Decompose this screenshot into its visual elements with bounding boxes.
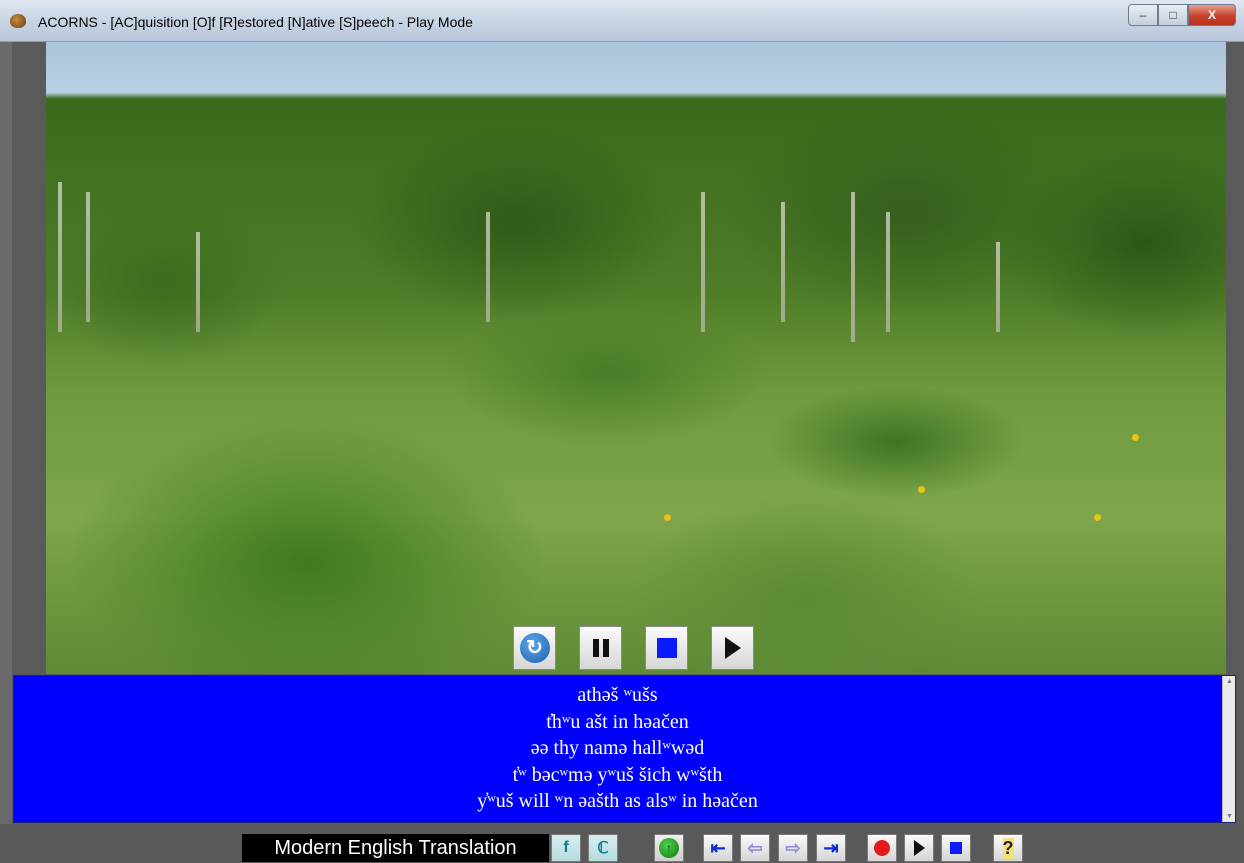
scroll-down-arrow-icon[interactable]: ▼	[1226, 813, 1233, 820]
yellow-flower	[918, 486, 925, 493]
record-icon	[874, 840, 890, 856]
right-arrow-icon: ⇨	[785, 837, 801, 858]
yellow-flower	[664, 514, 671, 521]
font-small-icon: ℂ	[597, 840, 609, 857]
window-left-frame	[0, 42, 12, 863]
help-icon: ?	[1002, 837, 1014, 859]
window-controls: – □ X	[1128, 4, 1236, 26]
next-button[interactable]: ⇨	[778, 834, 808, 862]
first-arrow-icon: ⇤	[710, 837, 726, 858]
lesson-text: athəš ʷušs t̓hʷu ašt in həačen əə thy na…	[14, 682, 1221, 815]
yellow-flower	[1132, 434, 1139, 441]
tree-trunk	[996, 242, 1000, 332]
bottom-toolbar: Modern English Translation f ℂ ↑ ⇤ ⇦ ⇨ ⇥…	[0, 824, 1244, 863]
text-scrollbar[interactable]: ▲ ▼	[1222, 676, 1235, 822]
stop-icon	[950, 842, 962, 854]
text-line: əə thy namə hallʷwəd	[530, 737, 705, 759]
play-icon	[724, 637, 741, 659]
text-line: t̓hʷu ašt in həačen	[546, 710, 689, 733]
tree-trunk	[58, 182, 62, 332]
refresh-icon: ↻	[519, 633, 550, 663]
lesson-picture	[46, 42, 1226, 674]
previous-button[interactable]: ⇦	[740, 834, 770, 862]
acorn-app-icon	[10, 14, 26, 28]
scroll-up-arrow-icon[interactable]: ▲	[1226, 678, 1233, 685]
tree-trunk	[701, 192, 705, 332]
pause-icon	[592, 639, 609, 657]
text-line: y̓ʷuš will ʷn əašth as alsʷ in həačen	[477, 790, 758, 812]
stop-button[interactable]	[645, 626, 688, 670]
stop-icon	[656, 638, 677, 658]
left-arrow-icon: ⇦	[747, 837, 763, 858]
info-button[interactable]: ↑	[654, 834, 684, 862]
tree-trunk	[486, 212, 490, 322]
play-recording-button[interactable]	[904, 834, 934, 862]
tree-trunk	[851, 192, 855, 342]
replay-button[interactable]: ↻	[513, 626, 556, 670]
tree-trunk	[196, 232, 200, 332]
help-button[interactable]: ?	[993, 834, 1023, 862]
minimize-button[interactable]: –	[1128, 4, 1158, 26]
font-button[interactable]: f	[551, 834, 581, 862]
first-button[interactable]: ⇤	[703, 834, 733, 862]
yellow-flower	[1094, 514, 1101, 521]
text-line: athəš ʷušs	[577, 684, 658, 706]
tree-trunk	[886, 212, 890, 332]
text-line: t̓ʷ bəcʷmə yʷuš šich wʷšth	[512, 763, 723, 786]
play-button[interactable]	[711, 626, 754, 670]
title-bar: ACORNS - [AC]quisition [O]f [R]estored […	[0, 0, 1244, 42]
tree-trunk	[781, 202, 785, 322]
window-title: ACORNS - [AC]quisition [O]f [R]estored […	[38, 14, 473, 30]
tree-trunk	[86, 192, 90, 322]
font-alt-button[interactable]: ℂ	[588, 834, 618, 862]
maximize-button[interactable]: □	[1158, 4, 1188, 26]
stop-recording-button[interactable]	[941, 834, 971, 862]
font-icon: f	[563, 839, 569, 856]
play-icon	[913, 840, 925, 856]
pause-button[interactable]	[579, 626, 622, 670]
close-button[interactable]: X	[1188, 4, 1236, 26]
lesson-text-panel[interactable]: athəš ʷušs t̓hʷu ašt in həačen əə thy na…	[13, 675, 1236, 823]
green-ball-icon: ↑	[659, 838, 679, 858]
last-arrow-icon: ⇥	[823, 837, 839, 858]
translation-label: Modern English Translation	[242, 834, 549, 862]
record-button[interactable]	[867, 834, 897, 862]
media-controls: ↻	[513, 626, 754, 670]
last-button[interactable]: ⇥	[816, 834, 846, 862]
